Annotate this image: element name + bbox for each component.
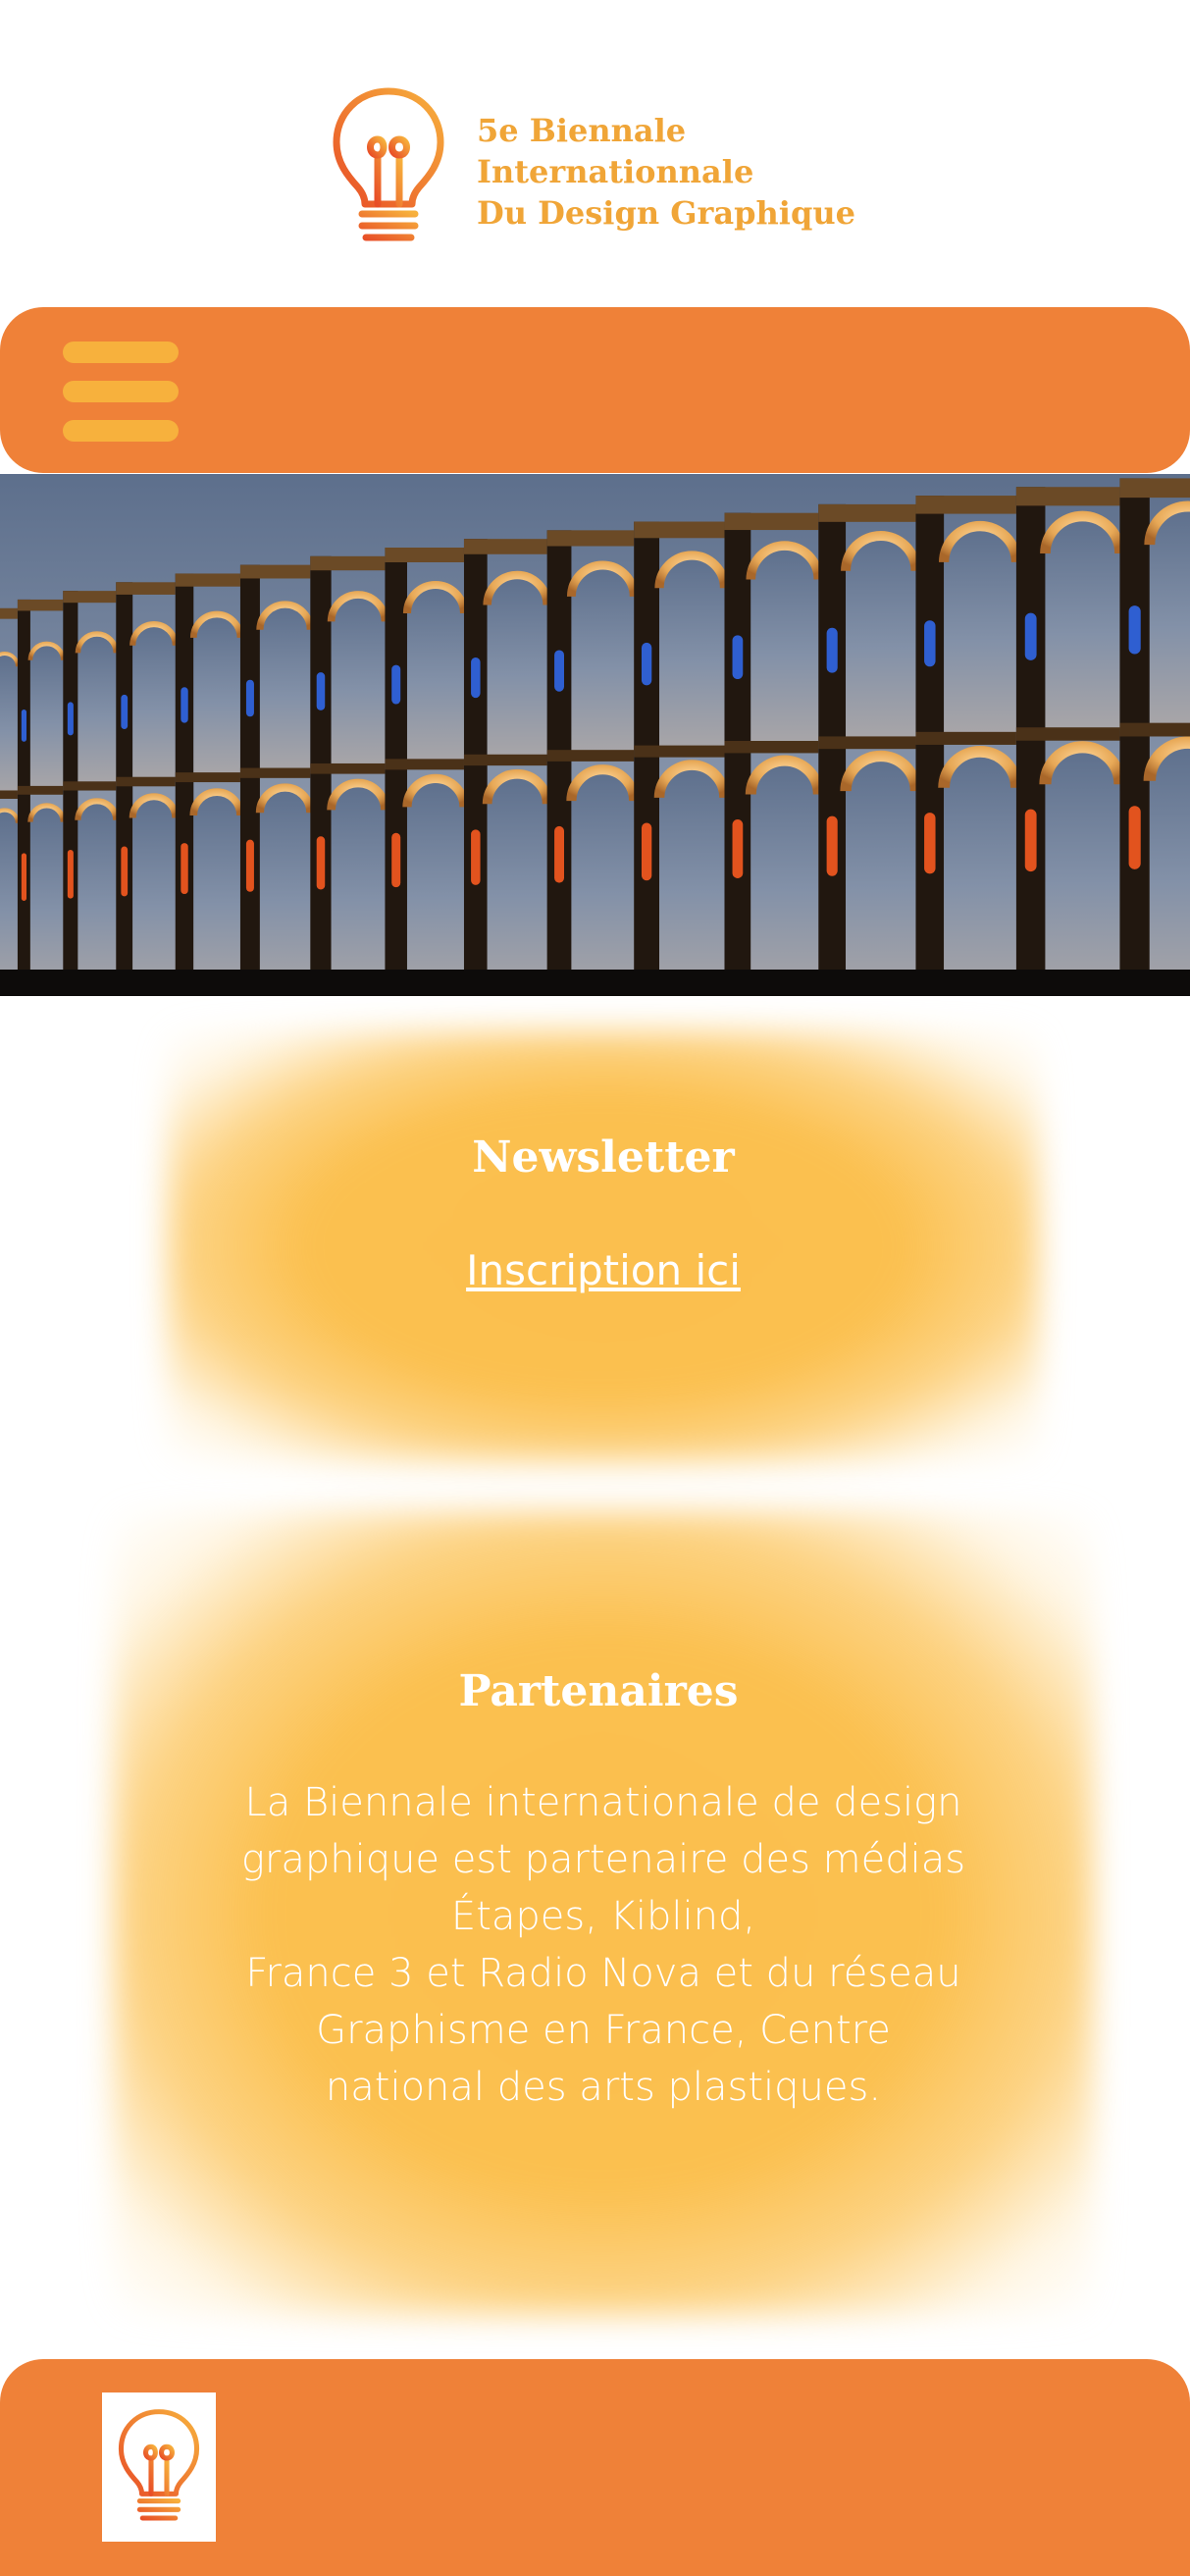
partners-text-line: France 3 et Radio Nova et du réseau <box>245 1951 961 1996</box>
partners-text-line: Étapes, Kiblind, <box>450 1894 756 1939</box>
lightbulb-icon <box>118 2409 200 2526</box>
footer <box>0 2359 1190 2576</box>
partners-card: Partenaires La Biennale internationale d… <box>113 1511 1094 2316</box>
menu-line <box>63 381 179 402</box>
hamburger-menu-icon[interactable] <box>63 342 179 442</box>
partners-text-line: Graphisme en France, Centre <box>316 2008 891 2053</box>
menu-line <box>63 342 179 363</box>
newsletter-signup-link[interactable]: Inscription ici <box>167 1246 1040 1294</box>
newsletter-title: Newsletter <box>472 1132 735 1183</box>
newsletter-card: Newsletter Inscription ici <box>167 1030 1040 1462</box>
footer-logo[interactable] <box>102 2392 216 2542</box>
partners-title: Partenaires <box>458 1666 739 1716</box>
site-title-line-1: 5e Biennale <box>477 112 687 149</box>
aqueduct-illustration <box>0 474 1190 996</box>
partners-text-line: national des arts plastiques. <box>325 2065 882 2110</box>
site-title-line-3: Du Design Graphique <box>477 194 855 232</box>
partners-text: La Biennale internationale de design gra… <box>113 1774 1094 2116</box>
site-title: 5e Biennale Internationnale Du Design Gr… <box>477 110 855 234</box>
nav-bar <box>0 307 1190 473</box>
site-logo[interactable]: 5e Biennale Internationnale Du Design Gr… <box>331 86 880 253</box>
hero-image <box>0 474 1190 996</box>
menu-line <box>63 420 179 442</box>
partners-text-line: La Biennale internationale de design <box>244 1780 962 1825</box>
site-title-line-2: Internationnale <box>477 153 754 190</box>
partners-text-line: graphique est partenaire des médias <box>240 1837 966 1882</box>
lightbulb-icon <box>333 87 444 248</box>
